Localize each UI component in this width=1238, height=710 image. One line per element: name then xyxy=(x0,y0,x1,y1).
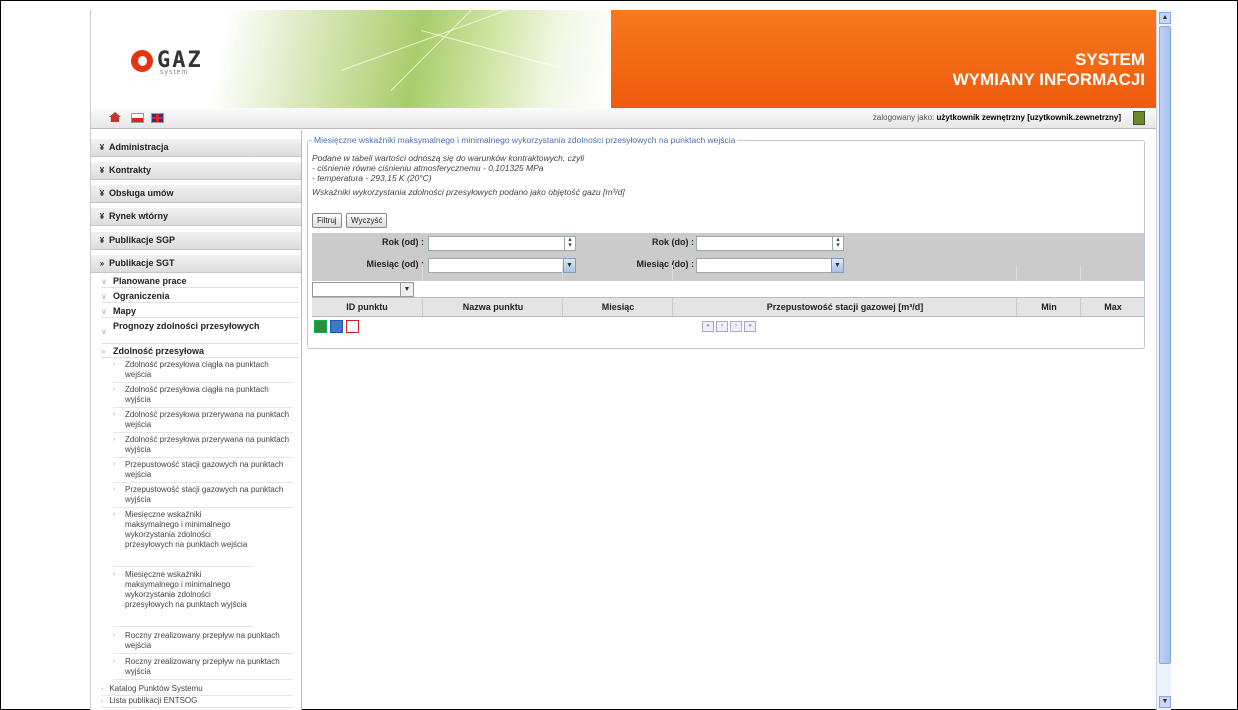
sidebar-leaf-2[interactable]: › Zdolność przesyłowa ciągła na punktach … xyxy=(113,385,293,408)
col-nazwa-punktu[interactable]: Nazwa punktu xyxy=(422,298,563,316)
banner-orange-panel: SYSTEM WYMIANY INFORMACJI xyxy=(611,10,1157,108)
year-to-input[interactable]: ▴ ▾ xyxy=(696,236,844,251)
sidebar-item-ograniczenia[interactable]: ∨ Ograniczenia xyxy=(101,291,299,303)
grid-filter-select[interactable]: ▼ xyxy=(312,282,414,297)
sidebar-item-mapy[interactable]: ∨ Mapy xyxy=(101,306,299,318)
sidebar-item-planowane-prace[interactable]: ∨ Planowane prace xyxy=(101,276,299,288)
pager-prev-icon[interactable]: ‹ xyxy=(716,321,728,332)
export-pdf-icon[interactable] xyxy=(346,320,359,333)
sidebar-section-obsluga-umow[interactable]: ¥ Obsługa umów xyxy=(91,185,301,203)
sidebar-leaf-10[interactable]: › Roczny zrealizowany przepływ na punktac… xyxy=(113,657,293,680)
year-from-spinner-icon[interactable]: ▴ ▾ xyxy=(564,236,576,251)
browser-window: GAZ system SYSTEM WYMIANY INFORMACJI zal… xyxy=(90,10,1157,710)
year-from-label: Rok (od) : xyxy=(382,237,424,247)
year-to-label: Rok (do) : xyxy=(652,237,694,247)
sidebar-leaf-5[interactable]: › Przepustowość stacji gazowych na punkta… xyxy=(113,460,293,483)
vertical-scrollbar[interactable]: ▲ ▼ xyxy=(1156,10,1171,710)
month-to-label: Miesiąc (do) : xyxy=(636,259,694,269)
sidebar-nav: ¥ Administracja ¥ Kontrakty ¥ Obsługa umów … xyxy=(91,130,302,710)
report-title: Miesięczne wskaźniki maksymalnego i mini… xyxy=(314,135,736,145)
info-line-1: Podane w tabeli wartości odnoszą się do … xyxy=(312,153,585,163)
col-max[interactable]: Max xyxy=(1080,298,1145,316)
month-to-select[interactable]: ▼ xyxy=(696,258,844,273)
report-fieldset: Miesięczne wskaźniki maksymalnego i mini… xyxy=(307,135,1145,349)
sidebar-section-publikacje-sgp[interactable]: ¥ Publikacje SGP xyxy=(91,232,301,250)
month-from-label: Miesiąc (od) : xyxy=(366,259,424,269)
header-banner: GAZ system SYSTEM WYMIANY INFORMACJI xyxy=(91,10,1157,108)
logo-subtext: system xyxy=(160,69,189,76)
system-title-line1: SYSTEM xyxy=(1075,50,1145,69)
sidebar-leaf-3[interactable]: › Zdolność przesyłowa przerywana na punkt… xyxy=(113,410,293,433)
polish-flag-icon[interactable] xyxy=(131,113,144,123)
gaz-system-logo[interactable]: GAZ system xyxy=(131,48,203,76)
month-from-select[interactable]: ▼ xyxy=(428,258,576,273)
sidebar-section-rynek-wtorny[interactable]: ¥ Rynek wtórny xyxy=(91,208,301,226)
logout-icon[interactable] xyxy=(1133,111,1145,125)
english-flag-icon[interactable] xyxy=(151,113,164,123)
scroll-down-icon[interactable]: ▼ xyxy=(1159,696,1171,708)
top-toolbar: zalogowany jako: użytkownik zewnętrzny [… xyxy=(91,108,1157,129)
sidebar-leaf-8[interactable]: › Miesięczne wskaźniki maksymalnego i min… xyxy=(113,570,253,627)
export-csv-icon[interactable] xyxy=(330,320,343,333)
sidebar-leaf-6[interactable]: › Przepustowość stacji gazowych na punkta… xyxy=(113,485,293,508)
sidebar-section-administracja[interactable]: ¥ Administracja xyxy=(91,139,301,157)
info-line-3: - temperatura - 293,15 K (20°C) xyxy=(312,173,432,183)
sidebar-leaf-7-active[interactable]: › Miesięczne wskaźniki maksymalnego i min… xyxy=(113,510,253,567)
sidebar-item-katalog-punktow[interactable]: › Katalog Punktów Systemu xyxy=(101,684,293,696)
info-line-4: Wskaźniki wykorzystania zdolności przesy… xyxy=(312,187,625,197)
col-id-punktu[interactable]: ID punktu xyxy=(312,298,422,316)
col-przepustowosc[interactable]: Przepustowość stacji gazowej [m³/d] xyxy=(672,298,1017,316)
sidebar-item-lista-publikacji-entsog[interactable]: › Lista publikacji ENTSOG xyxy=(101,696,293,708)
col-min[interactable]: Min xyxy=(1016,298,1081,316)
pager-first-icon[interactable]: « xyxy=(702,321,714,332)
flame-icon xyxy=(131,49,153,72)
scroll-up-icon[interactable]: ▲ xyxy=(1159,12,1171,24)
month-to-dropdown-icon[interactable]: ▼ xyxy=(831,258,844,273)
login-user: użytkownik zewnętrzny [uzytkownik.zewnet… xyxy=(936,113,1121,122)
info-line-2: - ciśnienie równe ciśnieniu atmosferyczn… xyxy=(312,163,544,173)
sidebar-leaf-4[interactable]: › Zdolność przesyłowa przerywana na punkt… xyxy=(113,435,293,458)
login-info: zalogowany jako: użytkownik zewnętrzny [… xyxy=(873,113,1121,122)
filter-button[interactable]: Filtruj xyxy=(312,213,342,228)
year-to-spinner-icon[interactable]: ▴ ▾ xyxy=(832,236,844,251)
grid-header-row: ID punktu Nazwa punktu Miesiąc Przepusto… xyxy=(312,297,1144,317)
col-miesiac[interactable]: Miesiąc xyxy=(562,298,673,316)
export-excel-icon[interactable] xyxy=(314,320,327,333)
main-content: Miesięczne wskaźniki maksymalnego i mini… xyxy=(304,130,1157,710)
data-grid: ID punktu Nazwa punktu Miesiąc Przepusto… xyxy=(312,265,1144,317)
home-icon[interactable] xyxy=(109,112,121,122)
sidebar-item-zdolnosc-przesylowa[interactable]: » Zdolność przesyłowa xyxy=(101,346,299,358)
filter-panel: Rok (od) : ▴ ▾ Rok (do) : ▴ ▾ Miesiąc (od)… xyxy=(312,233,1144,281)
sidebar-item-prognozy[interactable]: ∨ Prognozy zdolności przesyłowych xyxy=(101,321,299,344)
pager-last-icon[interactable]: » xyxy=(744,321,756,332)
scrollbar-thumb[interactable] xyxy=(1159,26,1171,664)
grid-filter-dropdown-icon[interactable]: ▼ xyxy=(400,283,413,296)
sidebar-leaf-9[interactable]: › Roczny zrealizowany przepływ na punktac… xyxy=(113,631,293,654)
year-from-input[interactable]: ▴ ▾ xyxy=(428,236,576,251)
system-title-line2: WYMIANY INFORMACJI xyxy=(952,70,1145,89)
clear-button[interactable]: Wyczyść xyxy=(346,213,388,228)
pager-next-icon[interactable]: › xyxy=(730,321,742,332)
system-title: SYSTEM WYMIANY INFORMACJI xyxy=(953,50,1145,90)
sidebar-leaf-1[interactable]: › Zdolność przesyłowa ciągła na punktach … xyxy=(113,360,293,383)
login-prefix: zalogowany jako: xyxy=(872,113,935,122)
sidebar-section-kontrakty[interactable]: ¥ Kontrakty xyxy=(91,162,301,180)
month-from-dropdown-icon[interactable]: ▼ xyxy=(563,258,576,273)
sidebar-section-publikacje-sgt[interactable]: » Publikacje SGT xyxy=(91,255,301,273)
